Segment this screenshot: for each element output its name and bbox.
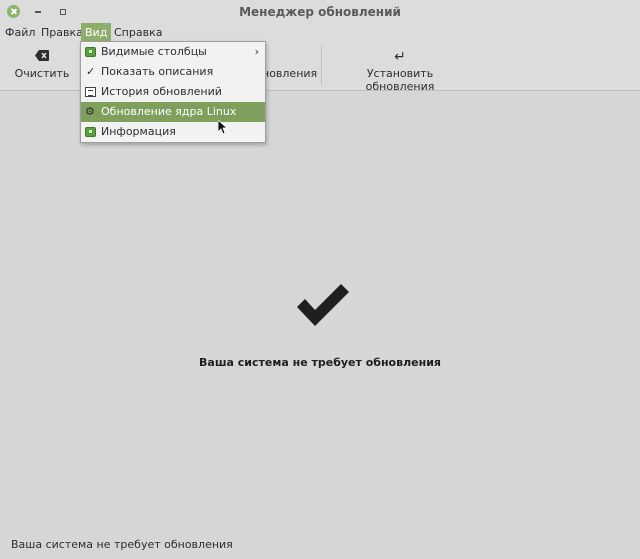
view-menu-kernel-update[interactable]: ⚙ Обновление ядра Linux xyxy=(81,102,265,122)
green-window-icon xyxy=(85,127,96,137)
menu-view[interactable]: Вид xyxy=(81,23,112,42)
menu-edit[interactable]: Правка xyxy=(37,23,87,42)
install-updates-label: Установить обновления xyxy=(365,67,435,93)
view-menu-show-descriptions[interactable]: ✓ Показать описания xyxy=(81,62,265,82)
window-title: Менеджер обновлений xyxy=(239,5,401,19)
toolbar-separator xyxy=(321,46,322,86)
check-icon: ✓ xyxy=(86,65,96,78)
view-menu-item-label: История обновлений xyxy=(101,85,222,98)
mouse-cursor-icon xyxy=(218,120,228,135)
document-icon xyxy=(85,87,96,97)
checkmark-icon xyxy=(297,284,349,326)
menu-bar: Файл Правка Вид Справка xyxy=(0,23,640,42)
view-menu-dropdown: Видимые столбцы › ✓ Показать описания Ис… xyxy=(80,41,266,143)
view-menu-item-label: Видимые столбцы xyxy=(101,45,207,58)
return-arrow-icon: ↵ xyxy=(394,49,406,65)
up-to-date-message: Ваша система не требует обновления xyxy=(199,356,441,369)
view-menu-item-label: Информация xyxy=(101,125,176,138)
install-partial-button[interactable]: новления xyxy=(262,42,318,90)
title-bar: Менеджер обновлений xyxy=(0,0,640,23)
view-menu-item-label: Обновление ядра Linux xyxy=(101,105,237,118)
view-menu-visible-columns[interactable]: Видимые столбцы › xyxy=(81,42,265,62)
install-updates-button[interactable]: ↵ Установить обновления xyxy=(338,42,462,93)
green-window-icon xyxy=(85,47,96,57)
clear-button[interactable]: Очистить xyxy=(12,42,72,90)
view-menu-item-label: Показать описания xyxy=(101,65,214,78)
chevron-right-icon: › xyxy=(254,45,259,58)
menu-file[interactable]: Файл xyxy=(1,23,39,42)
gear-icon: ⚙ xyxy=(85,105,95,118)
status-bar: Ваша система не требует обновления xyxy=(11,538,233,551)
view-menu-update-history[interactable]: История обновлений xyxy=(81,82,265,102)
view-menu-information[interactable]: Информация xyxy=(81,122,265,142)
install-partial-label: новления xyxy=(262,67,318,80)
clear-button-label: Очистить xyxy=(14,67,70,80)
menu-help[interactable]: Справка xyxy=(110,23,166,42)
backspace-icon xyxy=(12,42,72,64)
